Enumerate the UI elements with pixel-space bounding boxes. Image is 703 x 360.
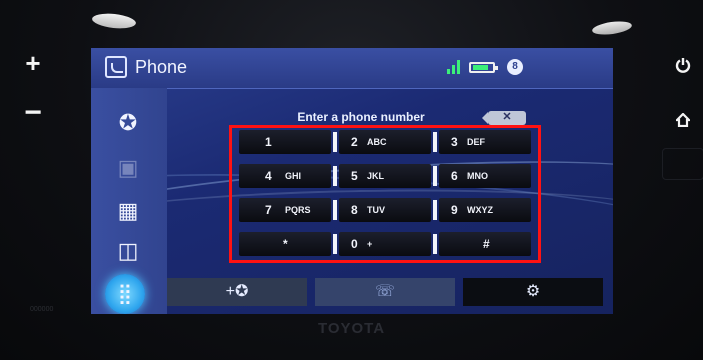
star-icon: ✪	[118, 110, 138, 135]
signal-icon	[447, 60, 461, 74]
volume-up-button[interactable]: +	[18, 48, 48, 78]
call-button[interactable]: ☏	[315, 278, 455, 306]
sidebar-item-favorites[interactable]: ✪	[111, 106, 145, 140]
phone-app-icon	[105, 56, 127, 78]
call-icon: ☏	[374, 283, 395, 300]
bluetooth-icon: 8	[507, 59, 523, 75]
contacts-icon: ▦	[117, 198, 139, 223]
sidebar-item-keypad[interactable]: ⣿	[105, 274, 145, 314]
serial-label: 000000	[30, 306, 54, 313]
sidebar: ✪ ▣ ▦ ◫ ⣿	[91, 88, 167, 314]
home-icon	[674, 112, 692, 128]
blank-icon: ▣	[117, 155, 139, 180]
settings-icon: ⚙	[525, 283, 541, 300]
home-button[interactable]	[668, 108, 698, 138]
sidebar-item-contacts[interactable]: ▦	[111, 194, 145, 228]
power-icon	[675, 58, 691, 73]
recent-calls-icon: ◫	[117, 238, 139, 263]
unlabeled-hardware-button[interactable]	[662, 148, 703, 180]
sidebar-item-history[interactable]: ◫	[111, 234, 145, 268]
backspace-button[interactable]: ✕	[482, 111, 526, 125]
settings-button[interactable]: ⚙	[463, 278, 603, 306]
power-button[interactable]	[668, 54, 698, 84]
dial-prompt: Enter a phone number	[297, 110, 425, 124]
keypad-icon: ⣿	[117, 283, 133, 305]
highlight-box	[229, 125, 541, 263]
volume-down-button[interactable]: −	[18, 98, 48, 130]
add-favorite-icon: +✪	[225, 283, 249, 300]
status-bar: Phone 8	[91, 48, 613, 89]
add-favorite-button[interactable]: +✪	[167, 278, 307, 306]
backspace-icon: ✕	[502, 111, 512, 123]
battery-icon	[469, 62, 498, 73]
page-title: Phone	[135, 57, 188, 77]
bottom-action-bar: +✪ ☏ ⚙	[167, 278, 613, 306]
brand-logo: TOYOTA	[317, 320, 386, 337]
sidebar-item-disabled: ▣	[111, 151, 145, 185]
